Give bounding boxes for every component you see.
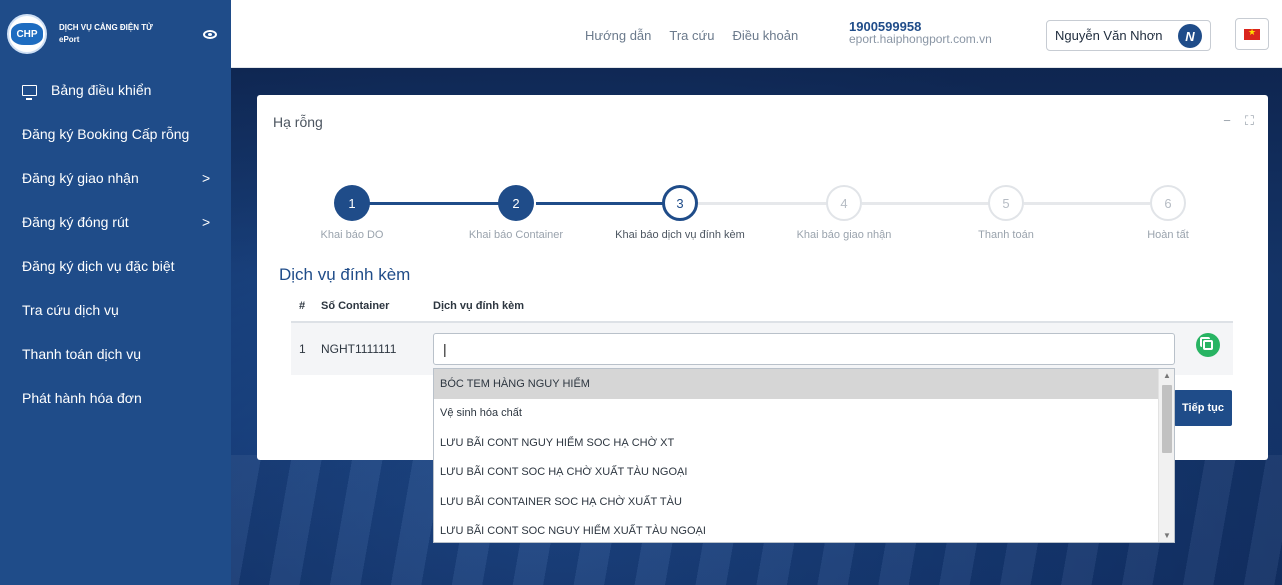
sidebar-item-stuffing[interactable]: Đăng ký đóng rút > — [0, 200, 231, 244]
scroll-up-icon[interactable]: ▲ — [1163, 371, 1171, 380]
sidebar-item-booking[interactable]: Đăng ký Booking Cấp rỗng — [0, 112, 231, 156]
dropdown-scrollbar[interactable]: ▲ ▼ — [1158, 369, 1174, 542]
hotline: 1900599958 eport.haiphongport.com.vn — [849, 20, 992, 46]
step-1[interactable]: 1 — [334, 185, 370, 221]
row-index: 1 — [299, 342, 306, 356]
step-2[interactable]: 2 — [498, 185, 534, 221]
next-button[interactable]: Tiếp tục — [1174, 390, 1232, 426]
dropdown-option[interactable]: Vệ sinh hóa chất — [434, 399, 1158, 429]
step-label: Khai báo DO — [320, 229, 384, 241]
step-label: Thanh toán — [978, 229, 1034, 241]
top-links: Hướng dẫn Tra cứu Điều khoản — [585, 28, 798, 43]
stepper: 1 2 3 4 5 6 Khai báo DO Khai báo Contain… — [257, 185, 1268, 245]
section-title: Dịch vụ đính kèm — [279, 265, 411, 284]
dropdown-option[interactable]: LƯU BÃI CONT SOC NGUY HIỂM XUẤT TÀU NGOẠ… — [434, 517, 1158, 543]
step-connector — [360, 202, 516, 205]
step-5: 5 — [988, 185, 1024, 221]
chevron-right-icon: > — [202, 170, 211, 186]
sidebar: Bảng điều khiển Đăng ký Booking Cấp rỗng… — [0, 68, 231, 585]
step-4: 4 — [826, 185, 862, 221]
scrollbar-thumb[interactable] — [1162, 385, 1172, 453]
step-3[interactable]: 3 — [662, 185, 698, 221]
services-table: # Số Container Dịch vụ đính kèm 1 NGHT11… — [291, 291, 1233, 375]
scroll-down-icon[interactable]: ▼ — [1163, 531, 1171, 540]
top-bar: CHP DỊCH VỤ CẢNG ĐIỆN TỬ ePort Hướng dẫn… — [0, 0, 1282, 68]
sidebar-item-service-lookup[interactable]: Tra cứu dịch vụ — [0, 288, 231, 332]
expand-icon[interactable]: ⛶ — [1245, 113, 1254, 129]
sidebar-item-payment[interactable]: Thanh toán dịch vụ — [0, 332, 231, 376]
step-6: 6 — [1150, 185, 1186, 221]
user-name: Nguyễn Văn Nhơn — [1055, 28, 1163, 43]
website-url: eport.haiphongport.com.vn — [849, 32, 992, 46]
step-label: Khai báo dịch vụ đính kèm — [615, 229, 745, 241]
language-button[interactable] — [1235, 18, 1269, 50]
service-dropdown: BÓC TEM HÀNG NGUY HIỂM Vệ sinh hóa chất … — [433, 368, 1175, 543]
avatar: N — [1178, 24, 1202, 48]
step-connector — [862, 202, 990, 205]
container-number: NGHT1111111 — [321, 342, 397, 356]
step-connector — [1024, 202, 1150, 205]
logo: CHP — [7, 14, 47, 54]
vietnam-flag-icon — [1244, 27, 1260, 40]
dropdown-option[interactable]: LƯU BÃI CONT NGUY HIỂM SOC HẠ CHỜ XT — [434, 428, 1158, 458]
monitor-icon — [22, 84, 37, 100]
sidebar-item-dashboard[interactable]: Bảng điều khiển — [0, 68, 231, 112]
step-label: Hoàn tất — [1147, 229, 1189, 241]
sidebar-item-special-service[interactable]: Đăng ký dịch vụ đặc biệt — [0, 244, 231, 288]
sidebar-item-invoice[interactable]: Phát hành hóa đơn — [0, 376, 231, 420]
user-menu-button[interactable]: Nguyễn Văn Nhơn N — [1046, 20, 1211, 51]
page-title: Hạ rỗng — [273, 114, 323, 130]
step-label: Khai báo Container — [468, 229, 564, 241]
brand-subtitle: ePort — [59, 35, 80, 44]
chevron-right-icon: > — [202, 214, 211, 230]
copy-icon[interactable] — [1196, 333, 1220, 357]
link-terms[interactable]: Điều khoản — [732, 28, 798, 43]
dropdown-option[interactable]: LƯU BÃI CONTAINER SOC HẠ CHỜ XUẤT TÀU — [434, 487, 1158, 517]
link-guide[interactable]: Hướng dẫn — [585, 28, 651, 43]
step-connector — [536, 202, 666, 205]
minimize-icon[interactable]: − — [1223, 113, 1231, 129]
dropdown-option[interactable]: BÓC TEM HÀNG NGUY HIỂM — [434, 369, 1158, 399]
brand[interactable]: CHP DỊCH VỤ CẢNG ĐIỆN TỬ ePort — [0, 0, 231, 68]
sidebar-item-delivery[interactable]: Đăng ký giao nhận > — [0, 156, 231, 200]
step-connector — [698, 202, 844, 205]
table-header: # Số Container Dịch vụ đính kèm — [291, 291, 1233, 323]
step-label: Khai báo giao nhận — [796, 229, 892, 241]
link-lookup[interactable]: Tra cứu — [669, 28, 714, 43]
service-input[interactable]: | — [433, 333, 1175, 365]
sidebar-toggle-icon[interactable] — [203, 30, 217, 39]
dropdown-option[interactable]: LƯU BÃI CONT SOC HẠ CHỜ XUẤT TÀU NGOẠI — [434, 458, 1158, 488]
brand-title: DỊCH VỤ CẢNG ĐIỆN TỬ — [59, 23, 153, 32]
